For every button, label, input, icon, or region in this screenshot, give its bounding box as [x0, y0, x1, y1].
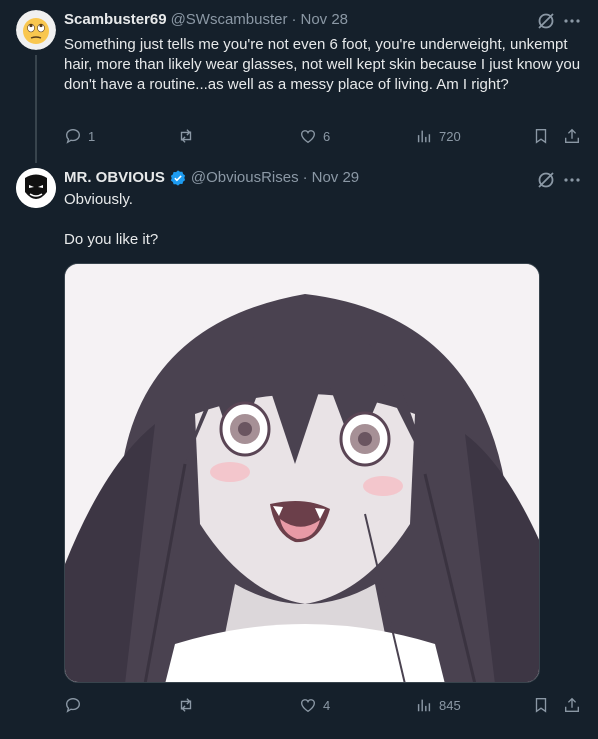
share-icon: [565, 128, 579, 143]
tweet-scambuster[interactable]: Scambuster69 @SWscambuster · Nov 28 Some…: [0, 0, 598, 163]
views-chart-icon: [417, 130, 431, 143]
tweet-text: Obviously. Do you like it?: [64, 191, 159, 248]
reply-count: 1: [88, 128, 96, 144]
share-icon: [565, 697, 579, 712]
bookmark-button[interactable]: [532, 695, 550, 715]
action-bar: 1 6 720: [56, 126, 588, 146]
like-button[interactable]: 4: [299, 695, 330, 715]
reply-button[interactable]: 1: [64, 126, 95, 146]
heart-icon: [301, 130, 315, 144]
view-count: 720: [439, 128, 461, 144]
more-options-icon[interactable]: [562, 170, 582, 190]
tweet-text: Something just tells me you're not even …: [64, 36, 585, 93]
separator: ·: [291, 11, 297, 28]
bookmark-icon: [535, 129, 547, 144]
tweet-header: Scambuster69 @SWscambuster · Nov 28: [64, 10, 348, 30]
views-chart-icon: [417, 699, 431, 712]
like-count: 4: [323, 697, 331, 713]
reply-icon: [66, 698, 80, 713]
avatar[interactable]: [16, 168, 56, 208]
user-handle[interactable]: @SWscambuster: [171, 10, 288, 30]
rolling-eyes-emoji-icon: [16, 10, 56, 50]
verified-badge-icon: [170, 170, 185, 186]
display-name[interactable]: MR. OBVIOUS: [64, 168, 165, 188]
retweet-icon: [180, 129, 192, 143]
views-button[interactable]: 845: [415, 695, 461, 715]
display-name[interactable]: Scambuster69: [64, 10, 167, 30]
retweet-button[interactable]: [177, 126, 195, 146]
action-bar: 4 845: [56, 695, 588, 715]
thread-line: [35, 55, 37, 163]
avatar[interactable]: [16, 10, 56, 50]
separator: ·: [302, 169, 308, 186]
bookmark-button[interactable]: [532, 126, 550, 146]
reply-button[interactable]: [64, 695, 88, 715]
retweet-button[interactable]: [177, 695, 195, 715]
timestamp[interactable]: Nov 29: [312, 168, 360, 188]
bookmark-icon: [535, 698, 547, 713]
views-button[interactable]: 720: [415, 126, 461, 146]
like-button[interactable]: 6: [299, 126, 330, 146]
like-count: 6: [323, 128, 331, 144]
grok-icon[interactable]: [536, 170, 556, 190]
share-button[interactable]: [563, 695, 581, 715]
anime-girl-illustration: [65, 264, 539, 682]
reply-icon: [66, 129, 80, 144]
grok-icon[interactable]: [536, 11, 556, 31]
user-handle[interactable]: @ObviousRises: [191, 168, 299, 188]
white-mask-icon: [16, 168, 56, 208]
share-button[interactable]: [563, 126, 581, 146]
heart-icon: [301, 699, 315, 713]
timestamp[interactable]: Nov 28: [300, 10, 348, 30]
tweet-media-image[interactable]: [64, 263, 540, 683]
retweet-icon: [180, 698, 192, 712]
view-count: 845: [439, 697, 461, 713]
tweet-header: MR. OBVIOUS @ObviousRises · Nov 29: [64, 168, 359, 188]
more-options-icon[interactable]: [562, 11, 582, 31]
